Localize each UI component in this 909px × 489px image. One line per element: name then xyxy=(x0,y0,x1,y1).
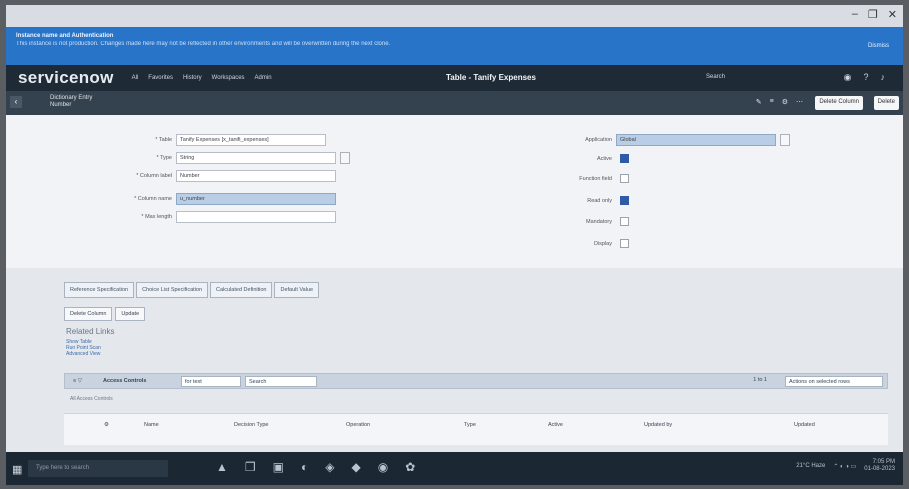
activity-icon[interactable]: ≡ xyxy=(770,98,774,106)
active-checkbox[interactable] xyxy=(620,154,629,163)
top-nav: servicenow All Favorites History Workspa… xyxy=(6,65,903,91)
taskbar-search[interactable]: Type here to search xyxy=(28,460,168,477)
nav-admin[interactable]: Admin xyxy=(255,75,272,81)
display-checkbox[interactable] xyxy=(620,239,629,248)
field-read-only: Read only xyxy=(506,196,629,205)
field-table: * Table Tanify Expenses [x_tanifi_expens… xyxy=(66,134,326,146)
record-type: Dictionary Entry xyxy=(50,95,93,101)
field-type: * Type String xyxy=(66,152,350,164)
nav-workspaces[interactable]: Workspaces xyxy=(212,75,245,81)
col-name[interactable]: Name xyxy=(144,422,159,428)
column-name-input[interactable]: u_number xyxy=(176,193,336,205)
list-header: ⚙ Name Decision Type Operation Type Acti… xyxy=(64,413,888,445)
field-max-length: * Max length xyxy=(66,211,336,223)
mandatory-checkbox[interactable] xyxy=(620,217,629,226)
tray-icons[interactable]: ⌃ ◐ ◑ ▭ xyxy=(833,463,856,470)
nav-favorites[interactable]: Favorites xyxy=(148,75,173,81)
globe-icon[interactable]: ◉ xyxy=(844,72,852,83)
windows-start-icon[interactable]: ▦ xyxy=(12,463,22,476)
close-icon[interactable]: ✕ xyxy=(888,8,897,21)
settings-gear-icon[interactable]: ⚙ xyxy=(104,422,109,428)
info-icon[interactable] xyxy=(780,134,790,146)
app-icon[interactable]: ▲ xyxy=(216,460,228,474)
settings-icon[interactable]: ⚙ xyxy=(782,98,788,106)
windows-taskbar: ▦ Type here to search ▲ ❒ ▣ ◐ ◈ ◆ ◉ ✿ 21… xyxy=(6,452,903,485)
col-updated[interactable]: Updated xyxy=(794,422,815,428)
tab-default-value[interactable]: Default Value xyxy=(274,282,320,298)
bell-icon[interactable]: ♪ xyxy=(881,72,886,83)
clock[interactable]: 7:05 PM 01-08-2023 xyxy=(864,459,895,473)
minimize-icon[interactable]: – xyxy=(852,8,858,21)
servicenow-logo[interactable]: servicenow xyxy=(18,68,114,88)
field-function: Function field xyxy=(506,174,629,183)
update-button[interactable]: Update xyxy=(115,307,146,321)
instance-banner: Instance name and Authentication This in… xyxy=(6,27,903,65)
list-breadcrumb[interactable]: All Access Controls xyxy=(70,396,113,402)
list-title: Access Controls xyxy=(103,378,147,384)
record-name: Number xyxy=(50,102,72,108)
tab-calculated-definition[interactable]: Calculated Definition xyxy=(210,282,273,298)
edge-icon[interactable]: ◐ xyxy=(301,460,308,474)
record-header: ‹ Dictionary Entry Number ✎ ≡ ⚙ ⋯ Delete… xyxy=(6,91,903,115)
banner-title: Instance name and Authentication xyxy=(16,33,114,39)
application-input[interactable]: Global xyxy=(616,134,776,146)
actions-select[interactable]: Actions on selected rows xyxy=(785,376,883,387)
lookup-icon[interactable] xyxy=(340,152,350,164)
nav-all[interactable]: All xyxy=(132,75,139,81)
field-active: Active xyxy=(506,154,629,163)
table-select[interactable]: Tanify Expenses [x_tanifi_expenses] xyxy=(176,134,326,146)
more-icon[interactable]: ⋯ xyxy=(796,98,803,106)
tab-choice-list[interactable]: Choice List Specification xyxy=(136,282,209,298)
attachment-icon[interactable]: ✎ xyxy=(756,98,762,106)
global-search[interactable]: Search xyxy=(706,74,725,80)
teams-icon[interactable]: ◆ xyxy=(351,460,360,474)
store-icon[interactable]: ◈ xyxy=(325,460,334,474)
banner-dismiss[interactable]: Dismiss xyxy=(868,43,889,49)
list-menu-icon[interactable]: ≡ ▽ xyxy=(73,378,82,384)
list-pager: 1 to 1 xyxy=(753,377,767,383)
column-label-input[interactable]: Number xyxy=(176,170,336,182)
page-title: Table - Tanify Expenses xyxy=(446,73,536,82)
read-only-checkbox[interactable] xyxy=(620,196,629,205)
field-application: Application Global xyxy=(506,134,790,146)
app-icon-2[interactable]: ✿ xyxy=(405,460,415,474)
screen: – ❐ ✕ Instance name and Authentication T… xyxy=(6,5,903,485)
related-links-title: Related Links xyxy=(66,327,115,336)
field-column-label: * Column label Number xyxy=(66,170,336,182)
link-advanced-view[interactable]: Advanced View xyxy=(66,351,101,357)
nav-history[interactable]: History xyxy=(183,75,202,81)
weather-widget[interactable]: 21°C Haze xyxy=(796,463,825,469)
type-input[interactable]: String xyxy=(176,152,336,164)
col-type[interactable]: Type xyxy=(464,422,476,428)
file-explorer-icon[interactable]: ▣ xyxy=(273,460,284,474)
delete-column-button[interactable]: Delete Column xyxy=(815,96,863,110)
delete-button[interactable]: Delete xyxy=(873,96,899,110)
field-mandatory: Mandatory xyxy=(506,217,629,226)
col-active[interactable]: Active xyxy=(548,422,563,428)
function-field-checkbox[interactable] xyxy=(620,174,629,183)
delete-column-footer-button[interactable]: Delete Column xyxy=(64,307,113,321)
maximize-icon[interactable]: ❐ xyxy=(868,8,878,21)
col-decision-type[interactable]: Decision Type xyxy=(234,422,268,428)
max-length-select[interactable] xyxy=(176,211,336,223)
dictionary-form: * Table Tanify Expenses [x_tanifi_expens… xyxy=(6,115,903,268)
help-icon[interactable]: ? xyxy=(863,72,868,83)
list-toolbar: ≡ ▽ Access Controls for text Search 1 to… xyxy=(64,373,888,389)
chrome-icon[interactable]: ◉ xyxy=(378,460,388,474)
col-updated-by[interactable]: Updated by xyxy=(644,422,672,428)
list-search-input[interactable]: Search xyxy=(245,376,317,387)
browser-title-bar: – ❐ ✕ xyxy=(6,5,903,27)
back-icon[interactable]: ‹ xyxy=(10,96,22,108)
banner-message: This instance is not production. Changes… xyxy=(16,41,391,47)
field-display: Display xyxy=(506,239,629,248)
col-operation[interactable]: Operation xyxy=(346,422,370,428)
list-filter-select[interactable]: for text xyxy=(181,376,241,387)
tab-reference-specification[interactable]: Reference Specification xyxy=(64,282,135,298)
related-section: Reference Specification Choice List Spec… xyxy=(6,268,903,452)
task-view-icon[interactable]: ❒ xyxy=(245,460,256,474)
field-column-name: * Column name u_number xyxy=(66,193,336,205)
